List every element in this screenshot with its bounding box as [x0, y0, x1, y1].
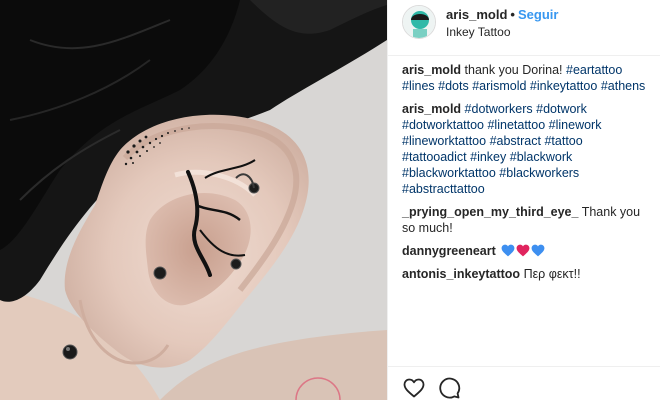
hashtag-link[interactable]: #abstract [490, 134, 541, 148]
header-line: aris_mold • Seguir [446, 7, 558, 22]
comment-username[interactable]: aris_mold [402, 63, 461, 77]
post-photo[interactable] [0, 0, 387, 400]
comment-item: _prying_open_my_third_eye_ Thank you so … [402, 204, 647, 236]
hashtag-link[interactable]: #blackworkers [499, 166, 579, 180]
hashtag-link[interactable]: #inkey [470, 150, 506, 164]
avatar-image [403, 6, 435, 38]
hashtag-link[interactable]: #abstracttattoo [402, 182, 485, 196]
follow-button[interactable]: Seguir [518, 7, 558, 22]
hashtag-link[interactable]: #dotwork [536, 102, 587, 116]
post-header: aris_mold • Seguir Inkey Tattoo [388, 0, 660, 56]
comment-item: dannygreeneart [402, 243, 647, 259]
heart-emojis [501, 244, 545, 257]
post-actions [388, 366, 660, 400]
comment-username[interactable]: antonis_inkeytattoo [402, 267, 520, 281]
hashtag-link[interactable]: #dotworktattoo [402, 118, 484, 132]
comment-item: aris_mold #dotworkers #dotwork #dotworkt… [402, 101, 647, 197]
heart-outline-icon [403, 378, 425, 398]
hashtag-link[interactable]: #blackworktattoo [402, 166, 496, 180]
hashtag-link[interactable]: #athens [601, 79, 645, 93]
hashtag-link[interactable]: #tattooadict [402, 150, 467, 164]
hashtag-link[interactable]: #lineworktattoo [402, 134, 486, 148]
comment-button[interactable] [437, 376, 461, 400]
hashtag-link[interactable]: #dots [438, 79, 469, 93]
hashtag-link[interactable]: #blackwork [510, 150, 573, 164]
hashtag-link[interactable]: #dotworkers [465, 102, 533, 116]
hashtag-link[interactable]: #linetattoo [487, 118, 545, 132]
comment-username[interactable]: aris_mold [402, 102, 461, 116]
comment-username[interactable]: dannygreeneart [402, 244, 496, 258]
comment-text: Περ φεκτ!! [523, 267, 581, 281]
heart-emoji-icon [501, 244, 515, 257]
header-separator: • [510, 7, 515, 22]
hashtag-link[interactable]: #tattoo [544, 134, 582, 148]
hashtag-link[interactable]: #inkeytattoo [530, 79, 597, 93]
hashtag-link[interactable]: #eartattoo [566, 63, 622, 77]
comment-text: thank you Dorina! [464, 63, 563, 77]
like-button[interactable] [402, 376, 426, 400]
heart-emoji-icon [531, 244, 545, 257]
hashtag-link[interactable]: #lines [402, 79, 435, 93]
comment-item: antonis_inkeytattoo Περ φεκτ!! [402, 266, 647, 282]
speech-bubble-icon [439, 377, 461, 399]
hashtag-link[interactable]: #linework [549, 118, 602, 132]
hashtag-link[interactable]: #arismold [472, 79, 526, 93]
comments-list: aris_mold thank you Dorina! #eartattoo #… [388, 62, 660, 289]
avatar[interactable] [402, 5, 436, 39]
post-side-panel: aris_mold • Seguir Inkey Tattoo aris_mold … [387, 0, 660, 400]
post-location[interactable]: Inkey Tattoo [446, 25, 511, 39]
comment-item: aris_mold thank you Dorina! #eartattoo #… [402, 62, 647, 94]
comment-username[interactable]: _prying_open_my_third_eye_ [402, 205, 578, 219]
ear-tattoo-photo [0, 0, 387, 400]
header-username[interactable]: aris_mold [446, 7, 507, 22]
heart-emoji-icon [516, 244, 530, 257]
